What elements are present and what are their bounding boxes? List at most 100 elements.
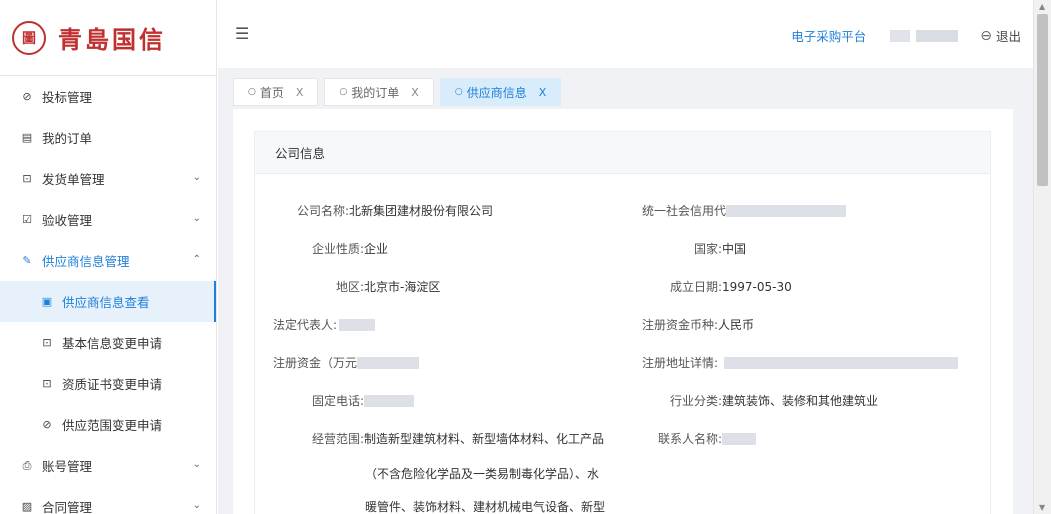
- field-capital-currency: 注册资金币种: 人民币: [642, 316, 754, 334]
- redacted-value: [339, 319, 376, 331]
- user-name-redacted[interactable]: [916, 29, 959, 42]
- sidebar-item-scope-change[interactable]: ⊘ 供应范围变更申请: [0, 404, 216, 445]
- sidebar-item-label: 投标管理: [42, 90, 93, 105]
- field-region: 地区: 北京市-海淀区: [297, 278, 440, 296]
- logout-label: 退出: [995, 29, 1021, 44]
- tab-dot-icon: ○: [339, 87, 348, 97]
- vertical-scrollbar[interactable]: ▲ ▼: [1033, 0, 1051, 514]
- sidebar-item-bidding[interactable]: ⊘ 投标管理: [0, 76, 216, 117]
- redacted-value: [722, 433, 756, 445]
- sidebar-item-shipments[interactable]: ⊡ 发货单管理 ⌄: [0, 158, 216, 199]
- header-actions: 电子采购平台 ⊖ 退出: [791, 26, 1021, 45]
- contract-icon: ▨: [21, 500, 33, 513]
- logout-icon: ⊖: [980, 27, 992, 44]
- company-info-card: 公司信息 公司名称: 北新集团建材股份有限公司 统一社会信用代 企业性质: 企业…: [254, 131, 991, 514]
- content-panel: 公司信息 公司名称: 北新集团建材股份有限公司 统一社会信用代 企业性质: 企业…: [233, 109, 1013, 514]
- sidebar-item-supplier-info[interactable]: ✎ 供应商信息管理 ⌃: [0, 240, 216, 281]
- sidebar-item-accounts[interactable]: ⎙ 账号管理 ⌄: [0, 445, 216, 486]
- tab-my-orders[interactable]: ○ 我的订单 X: [324, 78, 434, 106]
- field-nature: 企业性质: 企业: [297, 240, 388, 258]
- tab-label: 我的订单: [351, 85, 400, 100]
- field-label: 固定电话:: [311, 394, 364, 408]
- tab-label: 供应商信息: [466, 85, 527, 100]
- sidebar-item-my-orders[interactable]: ▤ 我的订单: [0, 117, 216, 158]
- field-value: 企业: [364, 242, 389, 256]
- field-label: 注册资金（万元: [273, 356, 358, 370]
- field-value: 建筑装饰、装修和其他建筑业: [722, 394, 879, 408]
- sidebar-item-label: 供应商信息管理: [42, 254, 130, 269]
- platform-link[interactable]: 电子采购平台: [791, 26, 866, 45]
- tab-dot-icon: ○: [454, 87, 463, 97]
- sidebar-item-certificate-change[interactable]: ⊡ 资质证书变更申请: [0, 363, 216, 404]
- field-label: 注册资金币种:: [642, 318, 719, 332]
- field-label: 行业分类:: [669, 394, 722, 408]
- sidebar-item-acceptance[interactable]: ☑ 验收管理 ⌄: [0, 199, 216, 240]
- sidebar-item-basic-info-change[interactable]: ⊡ 基本信息变更申请: [0, 322, 216, 363]
- field-label: 统一社会信用代: [642, 204, 727, 218]
- form-icon: ⊡: [42, 377, 52, 390]
- field-label: 公司名称:: [297, 204, 350, 218]
- redacted-value: [364, 395, 414, 407]
- field-label: 国家:: [693, 242, 722, 256]
- scope-line-1: 制造新型建筑材料、新型墙体材料、化工产品: [364, 432, 605, 446]
- close-icon[interactable]: X: [296, 86, 304, 99]
- sidebar-item-label: 我的订单: [42, 131, 93, 146]
- sidebar-item-contracts[interactable]: ▨ 合同管理 ⌄: [0, 486, 216, 514]
- sidebar-item-label: 基本信息变更申请: [62, 336, 163, 351]
- tab-dot-icon: ○: [248, 87, 256, 97]
- logo-emblem-icon: 圖: [12, 20, 46, 55]
- sidebar-item-label: 供应商信息查看: [62, 295, 150, 310]
- field-label: 企业性质:: [311, 242, 364, 256]
- sidebar-item-label: 验收管理: [42, 213, 93, 228]
- document-icon: ▣: [41, 295, 53, 308]
- sidebar-item-label: 账号管理: [42, 459, 93, 474]
- close-icon[interactable]: X: [539, 86, 547, 99]
- field-credit-code: 统一社会信用代: [642, 202, 847, 220]
- check-circle-icon: ⊘: [22, 90, 32, 103]
- sidebar-item-label: 资质证书变更申请: [62, 377, 163, 392]
- app-window: 圖 青島国信 ⊘ 投标管理 ▤ 我的订单 ⊡ 发货单管理 ⌄ ☑ 验收管理 ⌄: [0, 0, 1051, 514]
- field-value: 北新集团建材股份有限公司: [349, 204, 494, 218]
- field-scope: 经营范围: 制造新型建筑材料、新型墙体材料、化工产品: [297, 430, 604, 448]
- field-value: 人民币: [718, 318, 755, 332]
- sidebar-item-label: 合同管理: [42, 500, 93, 514]
- tab-supplier-info[interactable]: ○ 供应商信息 X: [439, 78, 562, 106]
- scroll-up-icon[interactable]: ▲: [1039, 2, 1045, 11]
- chevron-down-icon: ⌄: [192, 213, 201, 224]
- brand-logo[interactable]: 圖 青島国信: [0, 0, 216, 76]
- redacted-value: [726, 205, 847, 217]
- field-founded: 成立日期: 1997-05-30: [642, 278, 792, 296]
- sidebar-item-supplier-view[interactable]: ▣ 供应商信息查看: [0, 281, 216, 322]
- field-value: 北京市-海淀区: [364, 280, 441, 294]
- scrollbar-thumb[interactable]: [1037, 14, 1048, 186]
- sidebar-item-label: 供应范围变更申请: [62, 418, 163, 433]
- field-legal-rep: 法定代表人:: [273, 316, 376, 334]
- main-content: ○ 首页 X ○ 我的订单 X ○ 供应商信息 X 公司信息 公司名称: 北新集…: [218, 68, 1033, 514]
- close-icon[interactable]: X: [411, 86, 419, 99]
- logout-button[interactable]: ⊖ 退出: [980, 26, 1021, 45]
- sidebar-menu: ⊘ 投标管理 ▤ 我的订单 ⊡ 发货单管理 ⌄ ☑ 验收管理 ⌄ ✎ 供应商信息…: [0, 76, 216, 514]
- menu-collapse-icon[interactable]: ☰: [235, 24, 249, 43]
- user-avatar-redacted: [890, 29, 911, 42]
- card-title: 公司信息: [255, 132, 990, 174]
- order-icon: ▤: [21, 131, 33, 144]
- field-label: 地区:: [335, 280, 364, 294]
- scroll-down-icon[interactable]: ▼: [1039, 503, 1045, 512]
- field-label: 法定代表人:: [273, 318, 338, 332]
- scope-line-2: （不含危险化学品及一类易制毒化学品）、水: [365, 467, 600, 481]
- field-phone: 固定电话:: [297, 392, 414, 410]
- field-contact: 联系人名称:: [642, 430, 756, 448]
- check-circle-icon: ⊘: [42, 418, 52, 431]
- form-icon: ⊡: [42, 336, 52, 349]
- field-industry: 行业分类: 建筑装饰、装修和其他建筑业: [642, 392, 878, 410]
- field-value: 中国: [722, 242, 747, 256]
- tab-home[interactable]: ○ 首页 X: [233, 78, 319, 106]
- redacted-value: [357, 357, 420, 369]
- tab-bar: ○ 首页 X ○ 我的订单 X ○ 供应商信息 X: [233, 78, 567, 106]
- field-label: 成立日期:: [669, 280, 722, 294]
- pen-icon: ✎: [22, 254, 32, 267]
- chevron-down-icon: ⌄: [192, 500, 201, 511]
- field-value: 1997-05-30: [722, 280, 792, 294]
- chevron-up-icon: ⌃: [192, 254, 201, 265]
- checkbox-icon: ☑: [22, 213, 32, 226]
